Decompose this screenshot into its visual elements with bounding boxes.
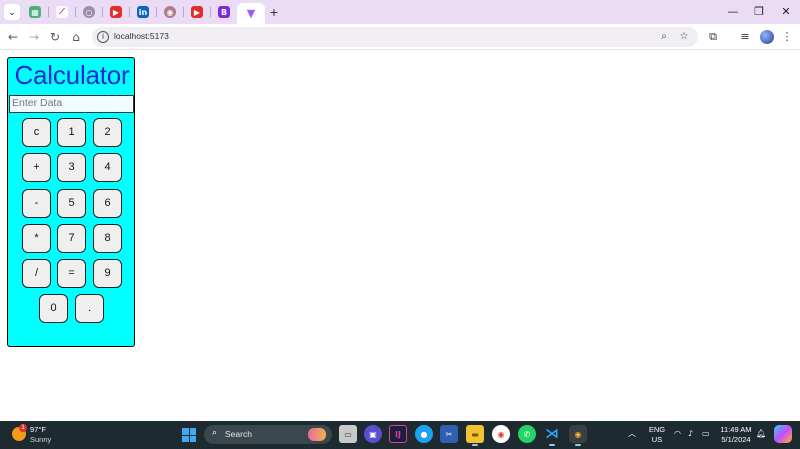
key-8[interactable]: 8 bbox=[93, 224, 122, 253]
copilot-icon[interactable] bbox=[774, 425, 792, 443]
chrome-active-icon[interactable]: ◉ bbox=[569, 425, 587, 446]
profile-avatar[interactable] bbox=[760, 30, 774, 44]
calculator-tab-icon: ▦ bbox=[29, 6, 41, 18]
key-multiply[interactable]: * bbox=[22, 224, 51, 253]
youtube-tab-icon: ▶ bbox=[110, 6, 122, 18]
key-4[interactable]: 4 bbox=[93, 153, 122, 182]
key-6[interactable]: 6 bbox=[93, 189, 122, 218]
intellij-icon[interactable]: IJ bbox=[389, 425, 407, 443]
restore-icon[interactable]: ❐ bbox=[746, 2, 772, 22]
language-code: ENG bbox=[648, 425, 666, 434]
weather-badge: 1 bbox=[19, 424, 27, 432]
teams-meet-icon[interactable]: ▣ bbox=[364, 425, 382, 443]
browser-tab[interactable]: ⟋ bbox=[49, 3, 75, 21]
forward-icon[interactable]: → bbox=[25, 28, 43, 46]
search-icon: ⌕ bbox=[212, 428, 218, 438]
browser-tab[interactable]: ▦ bbox=[22, 3, 48, 21]
key-7[interactable]: 7 bbox=[57, 224, 86, 253]
key-1[interactable]: 1 bbox=[57, 118, 86, 147]
vscode-icon[interactable]: ⋊ bbox=[543, 425, 561, 446]
system-clock[interactable]: 11:49 AM 5/1/2024 bbox=[716, 425, 756, 445]
key-2[interactable]: 2 bbox=[93, 118, 122, 147]
tab-search-icon[interactable]: ⌄ bbox=[4, 4, 20, 20]
bookmark-star-icon[interactable]: ☆ bbox=[677, 30, 691, 44]
weather-temperature[interactable]: 97°F bbox=[30, 425, 46, 434]
clock-time: 11:49 AM bbox=[720, 425, 752, 434]
zoom-icon[interactable]: ⌕ bbox=[657, 30, 671, 44]
address-bar[interactable]: i localhost:5173 ⌕ ☆ bbox=[92, 27, 698, 47]
calculator-title: Calculator bbox=[14, 60, 130, 90]
key-plus[interactable]: + bbox=[22, 153, 51, 182]
browser-tab[interactable]: B bbox=[211, 3, 237, 21]
key-5[interactable]: 5 bbox=[57, 189, 86, 218]
minimize-icon[interactable]: — bbox=[720, 2, 746, 22]
key-equals[interactable]: = bbox=[57, 259, 86, 288]
reload-icon[interactable]: ↻ bbox=[46, 28, 64, 46]
browser-tab[interactable]: ▶ bbox=[103, 3, 129, 21]
bootstrap-tab-icon: B bbox=[218, 6, 230, 18]
app-circle-icon[interactable]: ● bbox=[415, 425, 433, 443]
key-divide[interactable]: / bbox=[22, 259, 51, 288]
browser-toolbar: ← → ↻ ⌂ i localhost:5173 ⌕ ☆ ⧉ ≡ ⋮ bbox=[0, 24, 800, 50]
whatsapp-icon[interactable]: ✆ bbox=[518, 425, 536, 443]
browser-tab[interactable]: in bbox=[130, 3, 156, 21]
browser-tab[interactable]: ▶ bbox=[184, 3, 210, 21]
url-text[interactable]: localhost:5173 bbox=[114, 31, 169, 41]
search-label: Search bbox=[225, 429, 252, 439]
home-icon[interactable]: ⌂ bbox=[67, 28, 85, 46]
weather-condition[interactable]: Sunny bbox=[30, 435, 51, 444]
slash-tab-icon: ⟋ bbox=[56, 6, 68, 18]
calculator-input[interactable]: Enter Data bbox=[9, 95, 134, 113]
snipping-tool-icon[interactable]: ✂ bbox=[440, 425, 458, 443]
globe-tab-icon: ◉ bbox=[164, 6, 176, 18]
task-view-icon[interactable]: ▭ bbox=[339, 425, 357, 443]
key-decimal[interactable]: . bbox=[75, 294, 104, 323]
tray-overflow-icon[interactable]: ︿ bbox=[628, 428, 636, 439]
notification-bell-icon[interactable]: 🔔︎ bbox=[756, 429, 766, 438]
language-indicator[interactable]: ENG US bbox=[647, 425, 667, 445]
taskbar-search[interactable]: ⌕ Search bbox=[204, 425, 332, 444]
windows-start-icon[interactable] bbox=[182, 428, 196, 442]
key-minus[interactable]: - bbox=[22, 189, 51, 218]
calculator-panel: Calculator Enter Data c 1 2 + 3 4 - 5 6 … bbox=[7, 57, 135, 347]
wifi-icon[interactable]: ◠ bbox=[674, 429, 681, 438]
browser-tab-active[interactable]: ▼ bbox=[237, 3, 265, 24]
back-icon[interactable]: ← bbox=[4, 28, 22, 46]
file-explorer-icon[interactable]: ▬ bbox=[466, 425, 484, 446]
browser-tab[interactable]: ◉ bbox=[157, 3, 183, 21]
key-9[interactable]: 9 bbox=[93, 259, 122, 288]
close-icon[interactable]: ✕ bbox=[773, 2, 799, 22]
menu-kebab-icon[interactable]: ⋮ bbox=[778, 28, 796, 46]
key-3[interactable]: 3 bbox=[57, 153, 86, 182]
key-0[interactable]: 0 bbox=[39, 294, 68, 323]
key-clear[interactable]: c bbox=[22, 118, 51, 147]
volume-icon[interactable]: ♪ bbox=[688, 429, 693, 438]
github-tab-icon: ○ bbox=[83, 6, 95, 18]
linkedin-tab-icon: in bbox=[137, 6, 149, 18]
site-info-icon[interactable]: i bbox=[97, 31, 109, 43]
search-highlight-icon bbox=[308, 428, 326, 441]
media-control-icon[interactable]: ≡ bbox=[736, 28, 754, 46]
battery-icon[interactable]: ▭ bbox=[702, 429, 710, 438]
new-tab-button[interactable]: + bbox=[266, 4, 282, 20]
youtube-tab-icon: ▶ bbox=[191, 6, 203, 18]
browser-tab[interactable]: ○ bbox=[76, 3, 102, 21]
clock-date: 5/1/2024 bbox=[721, 435, 751, 444]
vite-tab-icon: ▼ bbox=[246, 7, 256, 20]
extensions-icon[interactable]: ⧉ bbox=[704, 28, 722, 46]
chrome-icon[interactable]: ◉ bbox=[492, 425, 510, 443]
region-code: US bbox=[651, 435, 663, 444]
